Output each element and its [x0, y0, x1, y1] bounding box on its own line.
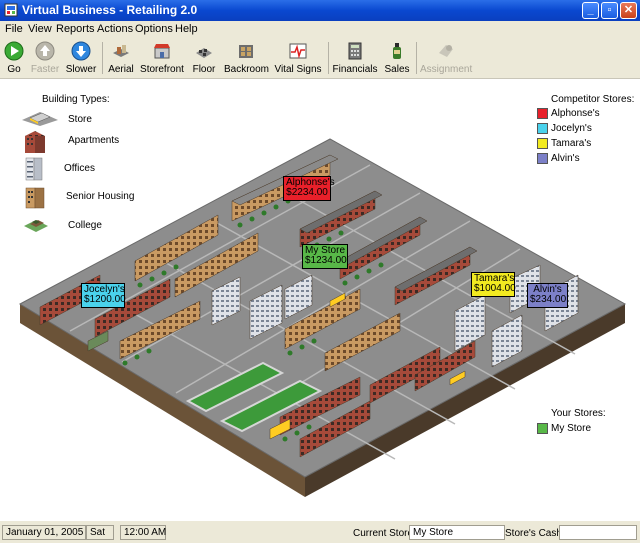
apartments-building-icon [25, 131, 45, 153]
assignment-button[interactable]: Assignment [420, 38, 472, 78]
close-button[interactable]: ✕ [620, 2, 637, 19]
building-type-senior-housing: Senior Housing [66, 191, 135, 202]
menu-actions[interactable]: Actions [97, 23, 133, 35]
backroom-button[interactable]: Backroom [224, 38, 269, 78]
play-icon [4, 41, 24, 61]
menu-bar: File View Reports Actions Options Help [0, 21, 640, 38]
competitor-name-jocelyn: Jocelyn's [551, 123, 592, 134]
store-cash-value [559, 525, 637, 540]
competitor-swatch-alphonse [537, 108, 548, 119]
building-type-store: Store [68, 114, 92, 125]
competitor-name-tamara: Tamara's [551, 138, 592, 149]
competitor-stores-title: Competitor Stores: [551, 94, 635, 105]
window-title: Virtual Business - Retailing 2.0 [22, 3, 198, 17]
floor-button[interactable]: Floor [188, 38, 220, 78]
status-bar: January 01, 2005 Sat 12:00 AM Current St… [0, 520, 640, 543]
calculator-icon [348, 42, 362, 60]
competitor-swatch-jocelyn [537, 123, 548, 134]
current-store-value[interactable]: My Store [409, 525, 505, 540]
current-store-label: Current Store: [353, 528, 416, 539]
status-time: 12:00 AM [120, 525, 166, 540]
competitor-name-alvin: Alvin's [551, 153, 580, 164]
bottle-icon [393, 43, 401, 59]
map-tag-tamara[interactable]: Tamara's $1004.00 [471, 272, 516, 297]
sales-button[interactable]: Sales [382, 38, 412, 78]
competitor-swatch-tamara [537, 138, 548, 149]
toolbar-separator [328, 42, 329, 74]
aerial-button[interactable]: Aerial [106, 38, 136, 78]
menu-help[interactable]: Help [175, 23, 198, 35]
title-bar: Virtual Business - Retailing 2.0 _ ▫ ✕ [0, 0, 640, 21]
map-tag-alvin[interactable]: Alvin's $234.00 [527, 283, 568, 308]
menu-view[interactable]: View [28, 23, 52, 35]
slower-button[interactable]: Slower [63, 38, 99, 78]
storefront-icon [154, 44, 170, 59]
building-types-title: Building Types: [42, 94, 110, 105]
your-stores-title: Your Stores: [551, 408, 606, 419]
status-day: Sat [86, 525, 114, 540]
vital-signs-icon [289, 43, 307, 59]
competitor-swatch-alvin [537, 153, 548, 164]
map-tag-my-store[interactable]: My Store $1234.00 [302, 244, 348, 269]
toolbar-separator [102, 42, 103, 74]
storefront-button[interactable]: Storefront [140, 38, 184, 78]
building-type-offices: Offices [64, 163, 95, 174]
arrow-down-icon [71, 41, 91, 61]
go-button[interactable]: Go [0, 38, 28, 78]
financials-button[interactable]: Financials [332, 38, 378, 78]
vital-signs-button[interactable]: Vital Signs [274, 38, 322, 78]
building-type-apartments: Apartments [68, 135, 120, 146]
offices-building-icon [25, 157, 43, 181]
assignment-icon [439, 45, 453, 57]
maximize-button[interactable]: ▫ [601, 2, 618, 19]
menu-options[interactable]: Options [135, 23, 173, 35]
menu-file[interactable]: File [5, 23, 23, 35]
college-building-icon [24, 220, 48, 232]
store-building-icon [22, 112, 58, 126]
your-store-swatch [537, 423, 548, 434]
toolbar-separator [416, 42, 417, 74]
building-type-college: College [68, 220, 102, 231]
competitor-name-alphonse: Alphonse's [551, 108, 600, 119]
aerial-view-icon [113, 45, 129, 57]
toolbar: Go Faster Slower Aerial Storefront Floor… [0, 38, 640, 79]
arrow-up-icon [35, 41, 55, 61]
app-icon [4, 3, 18, 17]
your-store-name: My Store [551, 423, 592, 434]
backroom-icon [239, 45, 253, 58]
map-tag-jocelyn[interactable]: Jocelyn's $1200.00 [81, 283, 126, 308]
map-tag-alphonse[interactable]: Alphonse's $2234.00 [283, 176, 335, 201]
floor-icon [196, 48, 212, 58]
status-date: January 01, 2005 [2, 525, 86, 540]
minimize-button[interactable]: _ [582, 2, 599, 19]
menu-reports[interactable]: Reports [56, 23, 95, 35]
senior-housing-building-icon [25, 187, 45, 209]
store-cash-label: Store's Cash: [505, 528, 565, 539]
faster-button[interactable]: Faster [28, 38, 62, 78]
